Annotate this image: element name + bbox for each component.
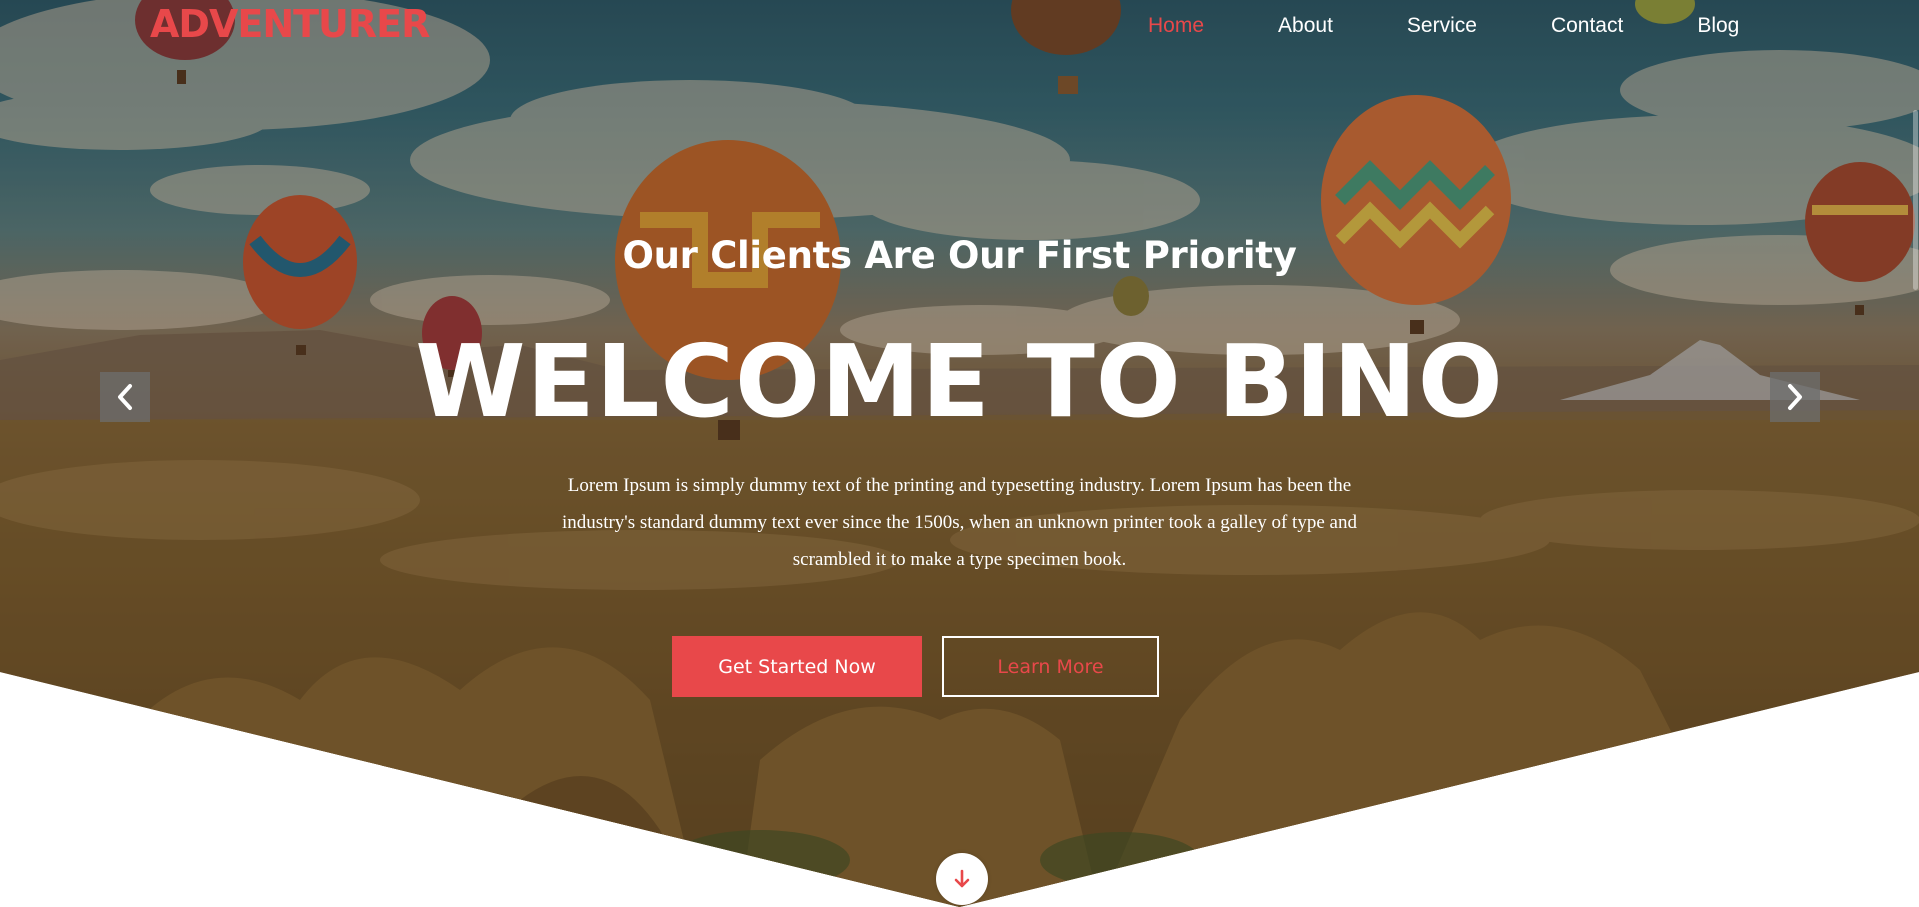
get-started-button[interactable]: Get Started Now bbox=[672, 636, 922, 697]
hero-section bbox=[0, 0, 1919, 907]
site-logo[interactable]: ADVENTURER bbox=[150, 2, 430, 46]
learn-more-button[interactable]: Learn More bbox=[942, 636, 1159, 697]
hero-headline: WELCOME TO BINO bbox=[415, 323, 1504, 440]
chevron-right-icon bbox=[1788, 384, 1802, 410]
scrollbar-thumb[interactable] bbox=[1913, 110, 1918, 290]
nav-item-about[interactable]: About bbox=[1278, 14, 1333, 38]
chevron-left-icon bbox=[118, 384, 132, 410]
scroll-down-button[interactable] bbox=[936, 853, 988, 905]
nav-item-service[interactable]: Service bbox=[1407, 14, 1477, 38]
nav-item-blog[interactable]: Blog bbox=[1697, 14, 1739, 38]
carousel-next-button[interactable] bbox=[1770, 372, 1820, 422]
hero-overlay bbox=[0, 0, 1919, 907]
arrow-down-icon bbox=[954, 869, 970, 888]
hero-description: Lorem Ipsum is simply dummy text of the … bbox=[562, 475, 1357, 570]
carousel-prev-button[interactable] bbox=[100, 372, 150, 422]
main-nav: Home About Service Contact Blog bbox=[1148, 14, 1739, 38]
nav-item-home[interactable]: Home bbox=[1148, 14, 1204, 38]
nav-item-contact[interactable]: Contact bbox=[1551, 14, 1623, 38]
hero-subtitle: Our Clients Are Our First Priority bbox=[622, 234, 1297, 277]
